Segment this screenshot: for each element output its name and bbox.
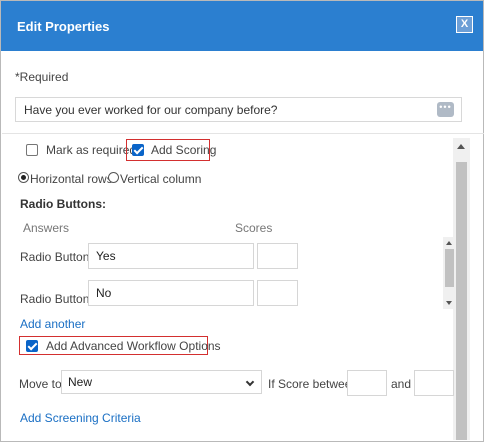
- vertical-column-radio[interactable]: [108, 172, 119, 183]
- chevron-down-icon: [245, 377, 255, 387]
- radio-button-2-score-input[interactable]: [257, 280, 298, 306]
- answer-value: Yes: [96, 249, 116, 263]
- radio-buttons-heading: Radio Buttons:: [20, 197, 106, 211]
- mark-required-label: Mark as required: [46, 143, 137, 157]
- horizontal-rows-label: Horizontal rows: [30, 172, 113, 186]
- mark-required-checkbox[interactable]: [26, 144, 38, 156]
- answers-scrollbar[interactable]: [443, 237, 456, 309]
- question-text: Have you ever worked for our company bef…: [24, 103, 278, 117]
- question-text-field[interactable]: Have you ever worked for our company bef…: [15, 97, 462, 122]
- scrollbar-thumb[interactable]: [456, 162, 467, 440]
- scores-column-header: Scores: [235, 221, 273, 235]
- radio-button-1-score-input[interactable]: [257, 243, 298, 269]
- add-scoring-label: Add Scoring: [151, 143, 217, 157]
- add-screening-criteria-link[interactable]: Add Screening Criteria: [20, 411, 141, 425]
- edit-properties-dialog: Edit Properties X *Required Have you eve…: [0, 0, 484, 442]
- radio-button-1-answer-input[interactable]: Yes: [88, 243, 254, 269]
- required-note: *Required: [15, 70, 69, 84]
- radio-button-2-answer-input[interactable]: No: [88, 280, 254, 306]
- dialog-title: Edit Properties: [17, 19, 110, 34]
- scroll-up-arrow-icon[interactable]: [446, 241, 452, 245]
- dialog-titlebar: Edit Properties X: [1, 1, 483, 51]
- and-label: and: [391, 377, 412, 391]
- add-scoring-checkbox[interactable]: [132, 144, 144, 156]
- score-min-input[interactable]: [347, 370, 387, 396]
- advanced-workflow-checkbox[interactable]: [26, 340, 38, 352]
- answer-value: No: [96, 286, 112, 300]
- score-max-input[interactable]: [414, 370, 454, 396]
- scroll-up-arrow-icon[interactable]: [457, 144, 465, 149]
- close-button[interactable]: X: [456, 16, 473, 33]
- move-to-select[interactable]: New: [61, 370, 262, 394]
- advanced-workflow-label: Add Advanced Workflow Options: [46, 339, 221, 353]
- add-another-link[interactable]: Add another: [20, 317, 85, 331]
- more-options-icon[interactable]: •••: [437, 102, 454, 117]
- vertical-column-label: Vertical column: [120, 172, 202, 186]
- horizontal-rows-radio[interactable]: [18, 172, 29, 183]
- score-between-label: If Score between: [268, 377, 359, 391]
- move-to-label: Move to:: [19, 377, 66, 391]
- answers-column-header: Answers: [23, 221, 70, 235]
- answers-scrollbar-thumb[interactable]: [445, 249, 454, 287]
- move-to-value: New: [68, 375, 93, 389]
- scroll-down-arrow-icon[interactable]: [446, 301, 452, 305]
- divider: [2, 133, 484, 134]
